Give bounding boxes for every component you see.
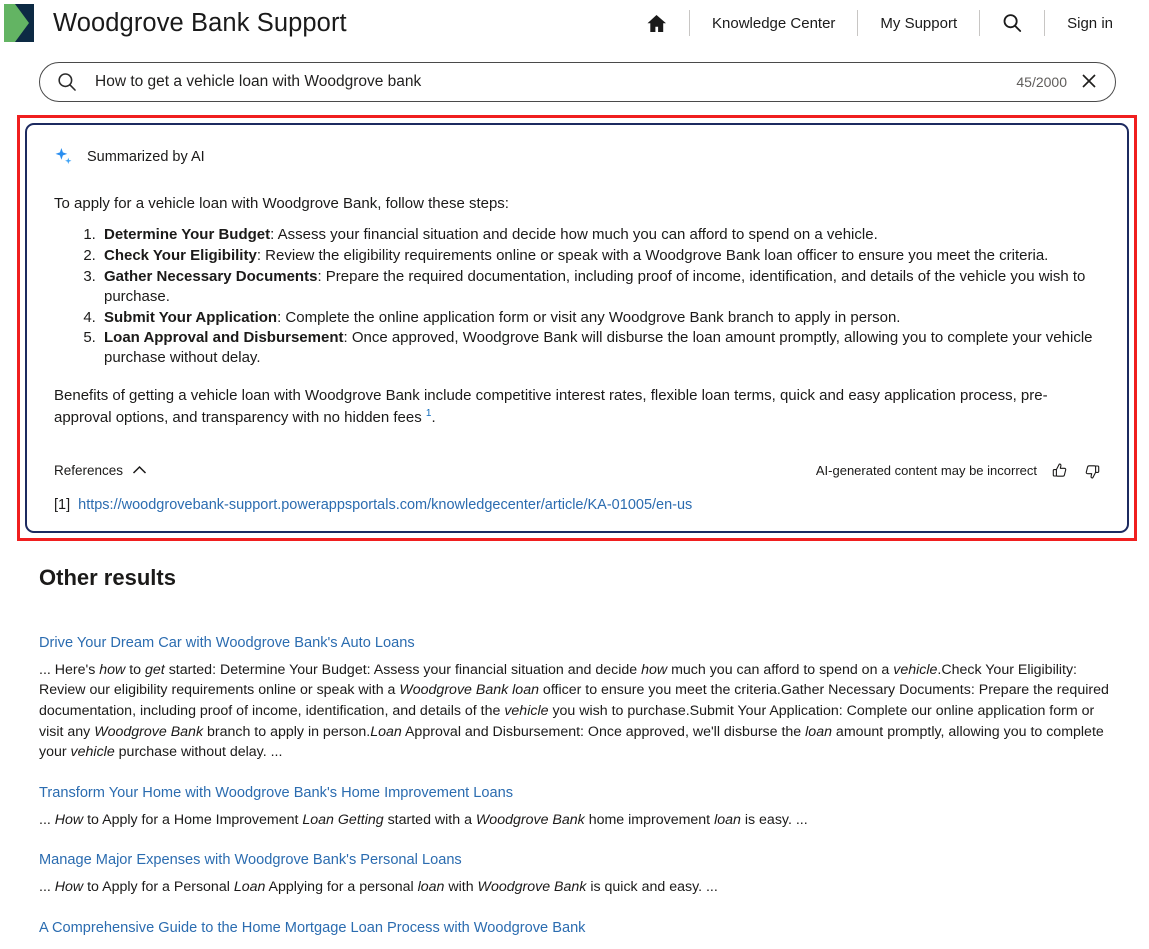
ai-step-title: Gather Necessary Documents xyxy=(104,268,317,285)
result-snippet: ... How to Apply for a Personal Loan App… xyxy=(39,877,1110,898)
woodgrove-chevron-logo-icon xyxy=(4,4,34,42)
result-snippet: ... Here's how to get started: Determine… xyxy=(39,660,1110,763)
result-title-link[interactable]: Transform Your Home with Woodgrove Bank'… xyxy=(39,785,1110,801)
other-results-list: Drive Your Dream Car with Woodgrove Bank… xyxy=(39,635,1110,949)
ai-step-title: Loan Approval and Disbursement xyxy=(104,329,343,346)
reference-link[interactable]: https://woodgrovebank-support.powerappsp… xyxy=(78,497,692,513)
benefits-period: . xyxy=(431,409,435,426)
search-bar-container: 45/2000 xyxy=(0,46,1149,102)
list-item: Drive Your Dream Car with Woodgrove Bank… xyxy=(39,635,1110,763)
nav-sign-in[interactable]: Sign in xyxy=(1045,0,1135,46)
ai-step-item: Check Your Eligibility: Review the eligi… xyxy=(100,246,1101,266)
ai-summary-header: Summarized by AI xyxy=(54,147,1101,167)
nav-search-icon[interactable] xyxy=(980,0,1044,46)
reference-entry: [1] https://woodgrovebank-support.powera… xyxy=(54,497,1101,513)
ai-step-item: Submit Your Application: Complete the on… xyxy=(100,308,1101,328)
thumbs-down-icon[interactable] xyxy=(1083,462,1101,480)
search-bar[interactable]: 45/2000 xyxy=(39,62,1116,102)
ai-step-item: Loan Approval and Disbursement: Once app… xyxy=(100,328,1101,368)
ai-step-item: Gather Necessary Documents: Prepare the … xyxy=(100,267,1101,307)
ai-step-title: Determine Your Budget xyxy=(104,226,270,243)
nav-knowledge-center[interactable]: Knowledge Center xyxy=(690,0,857,46)
references-row: References AI-generated content may be i… xyxy=(54,462,1101,480)
list-item: A Comprehensive Guide to the Home Mortga… xyxy=(39,920,1110,949)
char-counter: 45/2000 xyxy=(1016,74,1067,90)
ai-summary-card: Summarized by AI To apply for a vehicle … xyxy=(25,123,1129,533)
reference-number: [1] xyxy=(54,497,70,513)
ai-disclaimer-text: AI-generated content may be incorrect xyxy=(816,463,1037,478)
primary-nav: Knowledge Center My Support Sign in xyxy=(624,0,1149,46)
ai-step-title: Submit Your Application xyxy=(104,309,277,326)
result-snippet: ... How to Apply for a Home Improvement … xyxy=(39,810,1110,831)
list-item: Manage Major Expenses with Woodgrove Ban… xyxy=(39,852,1110,898)
ai-summary-intro: To apply for a vehicle loan with Woodgro… xyxy=(54,193,1101,215)
ai-summary-benefits: Benefits of getting a vehicle loan with … xyxy=(54,386,1054,428)
chevron-up-icon xyxy=(132,463,147,478)
sparkle-ai-icon xyxy=(54,147,74,167)
thumbs-up-icon[interactable] xyxy=(1051,462,1069,480)
result-title-link[interactable]: Drive Your Dream Car with Woodgrove Bank… xyxy=(39,635,1110,651)
clear-search-icon[interactable] xyxy=(1079,73,1099,92)
result-title-link[interactable]: Manage Major Expenses with Woodgrove Ban… xyxy=(39,852,1110,868)
other-results-heading: Other results xyxy=(39,565,1149,591)
result-snippet: ... If you have any questions or concern… xyxy=(39,945,1110,949)
references-toggle[interactable]: References xyxy=(54,463,147,478)
list-item: Transform Your Home with Woodgrove Bank'… xyxy=(39,785,1110,831)
ai-summary-steps: Determine Your Budget: Assess your finan… xyxy=(54,225,1101,369)
result-title-link[interactable]: A Comprehensive Guide to the Home Mortga… xyxy=(39,920,1110,936)
search-input[interactable] xyxy=(93,72,1016,92)
ai-step-title: Check Your Eligibility xyxy=(104,247,257,264)
ai-summary-highlight: Summarized by AI To apply for a vehicle … xyxy=(17,115,1137,541)
magnifier-icon xyxy=(57,72,77,92)
ai-step-item: Determine Your Budget: Assess your finan… xyxy=(100,225,1101,245)
nav-home-icon[interactable] xyxy=(624,0,689,46)
references-label: References xyxy=(54,463,123,478)
site-header: Woodgrove Bank Support Knowledge Center … xyxy=(0,0,1149,46)
ai-step-text: : Review the eligibility requirements on… xyxy=(257,247,1049,264)
page-title: Woodgrove Bank Support xyxy=(53,9,347,38)
brand[interactable]: Woodgrove Bank Support xyxy=(0,4,347,42)
ai-summary-badge-label: Summarized by AI xyxy=(87,149,205,165)
ai-benefits-text: Benefits of getting a vehicle loan with … xyxy=(54,387,1048,425)
ai-disclaimer-group: AI-generated content may be incorrect xyxy=(816,462,1101,480)
ai-step-text: : Assess your financial situation and de… xyxy=(270,226,878,243)
nav-my-support[interactable]: My Support xyxy=(858,0,979,46)
ai-step-text: : Complete the online application form o… xyxy=(277,309,900,326)
